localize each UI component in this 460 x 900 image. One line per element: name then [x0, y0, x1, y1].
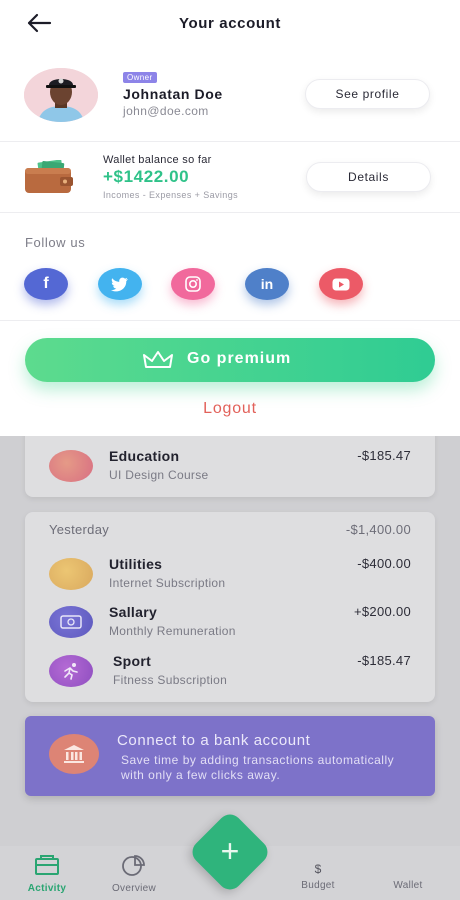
nav-wallet[interactable]: Wallet: [386, 854, 430, 891]
nav-overview-label: Overview: [111, 883, 157, 894]
transaction-amount: +$200.00: [354, 604, 411, 619]
account-panel: Your account Owner Johnatan Doe john@doe…: [0, 0, 460, 436]
connect-bank-card[interactable]: Connect to a bank account Save time by a…: [25, 716, 435, 796]
activity-icon: [35, 855, 59, 875]
divider: [0, 320, 460, 321]
nav-budget[interactable]: $ Budget: [296, 854, 340, 891]
transaction-row[interactable]: Education UI Design Course -$185.47: [25, 446, 435, 490]
pie-chart-icon: [122, 855, 145, 876]
bank-icon: [49, 734, 99, 774]
wallet-balance-label: Wallet balance so far: [103, 154, 212, 166]
bank-card-description: Save time by adding transactions automat…: [121, 753, 395, 782]
crown-icon: [143, 351, 173, 368]
transaction-title: Sallary: [109, 604, 158, 620]
divider: [0, 212, 460, 213]
divider: [0, 141, 460, 142]
plus-icon: +: [220, 833, 240, 869]
user-name: Johnatan Doe: [123, 86, 223, 102]
owner-badge: Owner: [123, 72, 157, 83]
nav-budget-label: Budget: [301, 880, 335, 891]
go-premium-label: Go premium: [187, 350, 292, 367]
transaction-amount: -$400.00: [357, 556, 411, 571]
transaction-card-yesterday: Yesterday -$1,400.00 Utilities Internet …: [25, 512, 435, 702]
avatar: [24, 68, 98, 122]
utilities-icon: [49, 558, 93, 590]
transaction-row[interactable]: Sallary Monthly Remuneration +$200.00: [25, 602, 435, 646]
page-title: Your account: [179, 15, 281, 32]
transaction-amount: -$185.47: [357, 653, 411, 668]
dollar-icon: $: [314, 862, 322, 876]
transaction-title: Sport: [113, 653, 152, 669]
running-icon: [49, 655, 93, 687]
details-button[interactable]: Details: [306, 162, 431, 192]
transaction-amount: -$185.47: [357, 448, 411, 463]
linkedin-icon[interactable]: in: [245, 268, 289, 300]
wallet-balance-note: Incomes - Expenses + Savings: [103, 190, 239, 200]
transaction-row[interactable]: Sport Fitness Subscription -$185.47: [25, 651, 435, 695]
instagram-icon[interactable]: [171, 268, 215, 300]
transaction-subtitle: Internet Subscription: [109, 576, 226, 590]
facebook-icon[interactable]: f: [24, 268, 68, 300]
twitter-icon[interactable]: [98, 268, 142, 300]
salary-icon: [49, 606, 93, 638]
wallet-balance-amount: +$1422.00: [103, 167, 190, 186]
day-label: Yesterday: [49, 522, 110, 537]
add-transaction-button[interactable]: +: [187, 809, 273, 895]
go-premium-button[interactable]: Go premium: [25, 338, 435, 382]
category-icon: [49, 450, 93, 482]
wallet-icon: [25, 160, 73, 193]
see-profile-button[interactable]: See profile: [305, 79, 430, 109]
follow-us-label: Follow us: [25, 235, 86, 250]
transaction-subtitle: Fitness Subscription: [113, 673, 228, 687]
transaction-row[interactable]: Utilities Internet Subscription -$400.00: [25, 554, 435, 598]
day-total: -$1,400.00: [345, 522, 411, 537]
transaction-subtitle: Monthly Remuneration: [109, 624, 236, 638]
nav-activity-label: Activity: [27, 883, 67, 894]
wallet-nav-icon: [386, 854, 430, 876]
transaction-subtitle: UI Design Course: [109, 468, 209, 482]
nav-activity[interactable]: Activity: [22, 854, 72, 894]
transaction-title: Utilities: [109, 556, 163, 572]
user-email: john@doe.com: [123, 104, 209, 118]
logout-link[interactable]: Logout: [0, 400, 460, 418]
nav-wallet-label: Wallet: [393, 880, 423, 891]
transaction-title: Education: [109, 448, 180, 464]
bank-card-title: Connect to a bank account: [117, 732, 311, 749]
youtube-icon[interactable]: [319, 268, 363, 300]
nav-overview[interactable]: Overview: [106, 854, 162, 894]
